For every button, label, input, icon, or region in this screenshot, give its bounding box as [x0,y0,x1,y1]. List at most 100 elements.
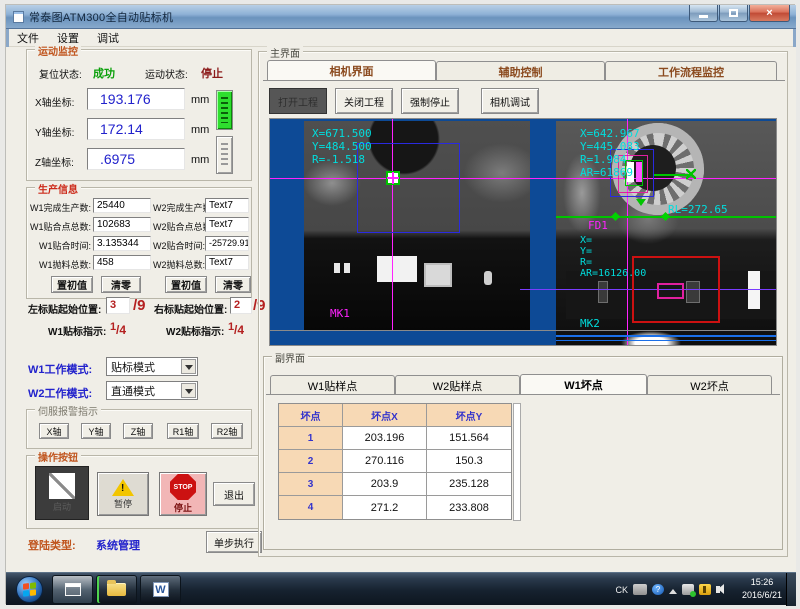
production-groupbox: 生产信息 W1完成生产数: 25440 W2完成生产数: Text7 W1贴合点… [26,187,252,299]
start-icon [49,473,75,499]
table-row[interactable]: 1 203.196 151.564 [279,427,511,450]
camera-debug-button[interactable]: 相机调试 [481,88,539,114]
table-row[interactable]: 4 271.2 233.808 [279,496,511,519]
w1-produced-input[interactable]: 25440 [93,198,151,213]
w1-points-input[interactable]: 102683 [93,217,151,232]
servo-r1-button[interactable]: R1轴 [167,423,199,439]
tab-camera-view[interactable]: 相机界面 [267,60,436,80]
taskbar-app-current[interactable] [52,575,93,604]
volume-icon[interactable] [716,586,720,593]
z-axis-label: Z轴坐标: [35,154,74,169]
input-method-indicator[interactable]: CK [615,585,628,595]
tray-app-icon[interactable] [633,584,647,595]
left-label-pos-input[interactable]: 3 [106,297,130,314]
y-axis-input[interactable]: 172.14 [87,118,185,140]
w2-reject-value: Text7 [209,257,233,268]
w1-produced-value: 25440 [97,200,125,211]
table-row[interactable]: 2 270.116 150.3 [279,450,511,473]
close-project-button[interactable]: 关闭工程 [335,88,393,114]
alert-tray-icon[interactable] [699,584,711,595]
col-badpoint: 坏点 [279,404,343,426]
minimize-button[interactable] [689,5,718,22]
help-tray-icon[interactable]: ? [652,584,664,595]
taskbar-clock[interactable]: 15:26 2016/6/21 [742,576,782,602]
servo-x-button[interactable]: X轴 [39,423,69,439]
x-axis-value: 193.176 [100,91,151,107]
table-scroll-strip[interactable] [513,403,521,521]
w1-workmode-value: 贴标模式 [111,359,155,375]
app-window: 常泰图ATM300全自动贴标机 × 文件 设置 调试 运动监控 复位状态: 成功… [6,5,796,572]
w1-time-input[interactable]: 3.135344 [93,236,151,251]
w2-points-input[interactable]: Text7 [205,217,249,232]
folder-icon [107,583,126,596]
w1-workmode-select[interactable]: 贴标模式 [106,357,198,376]
right-label-pos-input[interactable]: 2 [230,297,252,314]
maximize-button[interactable] [719,5,748,22]
start-button-orb[interactable] [16,576,43,603]
w2-reject-input[interactable]: Text7 [205,255,249,270]
window-titlebar[interactable]: 常泰图ATM300全自动贴标机 × [6,5,796,29]
vacuum-on-vertical-button[interactable] [216,90,233,130]
main-groupbox: 主界面 相机界面 辅助控制 工作流程监控 打开工程 关闭工程 强制停止 相机调试 [258,51,788,557]
force-stop-button[interactable]: 强制停止 [401,88,459,114]
mk2-label: MK2 [580,317,600,330]
motion-groupbox: 运动监控 复位状态: 成功 运动状态: 停止 X轴坐标: 193.176 mm … [26,49,252,181]
w2-points-label: W2贴合点总数: [153,220,203,233]
w2-workmode-select[interactable]: 直通模式 [106,381,198,400]
tab-w2-sample[interactable]: W2贴样点 [395,375,520,395]
pause-button[interactable]: ! 暂停 [97,472,149,516]
single-step-button[interactable]: 单步执行 [206,531,262,553]
reset-status-value: 成功 [93,65,115,81]
tab-workflow-monitor[interactable]: 工作流程监控 [605,61,777,81]
desktop: 常泰图ATM300全自动贴标机 × 文件 设置 调试 运动监控 复位状态: 成功… [0,0,800,609]
taskbar-word[interactable]: W [140,575,181,604]
w1-produced-label: W1完成生产数: [29,201,91,214]
start-button[interactable]: 启动 [35,466,89,520]
w1-workmode-dropdown-icon[interactable] [181,359,196,374]
x-axis-input[interactable]: 193.176 [87,88,185,110]
tab-w1-badpoint[interactable]: W1坏点 [520,374,647,394]
stop-button[interactable]: STOP 停止 [159,472,207,516]
menu-debug[interactable]: 调试 [97,30,119,46]
w2-workmode-dropdown-icon[interactable] [181,383,196,398]
vacuum-off-vertical-button[interactable] [216,136,233,174]
tab-w2-badpoint[interactable]: W2坏点 [647,375,772,395]
show-hidden-icons[interactable] [669,585,677,594]
servo-r2-button[interactable]: R2轴 [211,423,243,439]
w1-init-button[interactable]: 置初值 [51,276,93,293]
w1-reject-input[interactable]: 458 [93,255,151,270]
w2-init-button[interactable]: 置初值 [165,276,207,293]
w1-workmode-label: W1工作模式: [28,361,92,377]
w2-clear-button[interactable]: 清零 [215,276,251,293]
taskbar-explorer[interactable] [96,575,137,604]
w2-time-input[interactable]: -25729.91 [205,236,249,251]
y-axis-value: 172.14 [100,121,143,137]
window-app-icon [65,583,81,596]
show-desktop-button[interactable] [786,573,796,606]
z-axis-value: .6975 [100,151,135,167]
w1-clear-button[interactable]: 清零 [101,276,141,293]
stop-icon: STOP [170,474,196,500]
open-project-button[interactable]: 打开工程 [269,88,327,114]
w2-produced-input[interactable]: Text7 [205,198,249,213]
usb-tray-icon[interactable] [682,584,694,595]
servo-y-button[interactable]: Y轴 [81,423,111,439]
cam-left-overlay: X=671.500Y=484.500R=-1.518 [312,127,372,166]
table-row[interactable]: 3 203.9 235.128 [279,473,511,496]
col-badpoint-y: 坏点Y [427,404,511,426]
servo-alarm-title: 伺服报警指示 [35,403,101,418]
clock-date: 2016/6/21 [742,589,782,602]
login-type-label: 登陆类型: [28,537,76,553]
windows-logo-icon [23,582,36,596]
sub-panel-title: 副界面 [272,350,308,365]
tab-w1-sample[interactable]: W1贴样点 [270,375,395,395]
menubar: 文件 设置 调试 [9,29,793,47]
close-button[interactable]: × [749,5,790,22]
camera-canvas: X=671.500Y=484.500R=-1.518 MK1 X=642.967… [269,118,777,346]
servo-z-button[interactable]: Z轴 [123,423,153,439]
tab-aux-control[interactable]: 辅助控制 [436,61,605,81]
z-axis-input[interactable]: .6975 [87,148,185,170]
roi-box-left [357,143,460,233]
exit-button[interactable]: 退出 [213,482,255,506]
w2-produced-value: Text7 [209,200,233,211]
